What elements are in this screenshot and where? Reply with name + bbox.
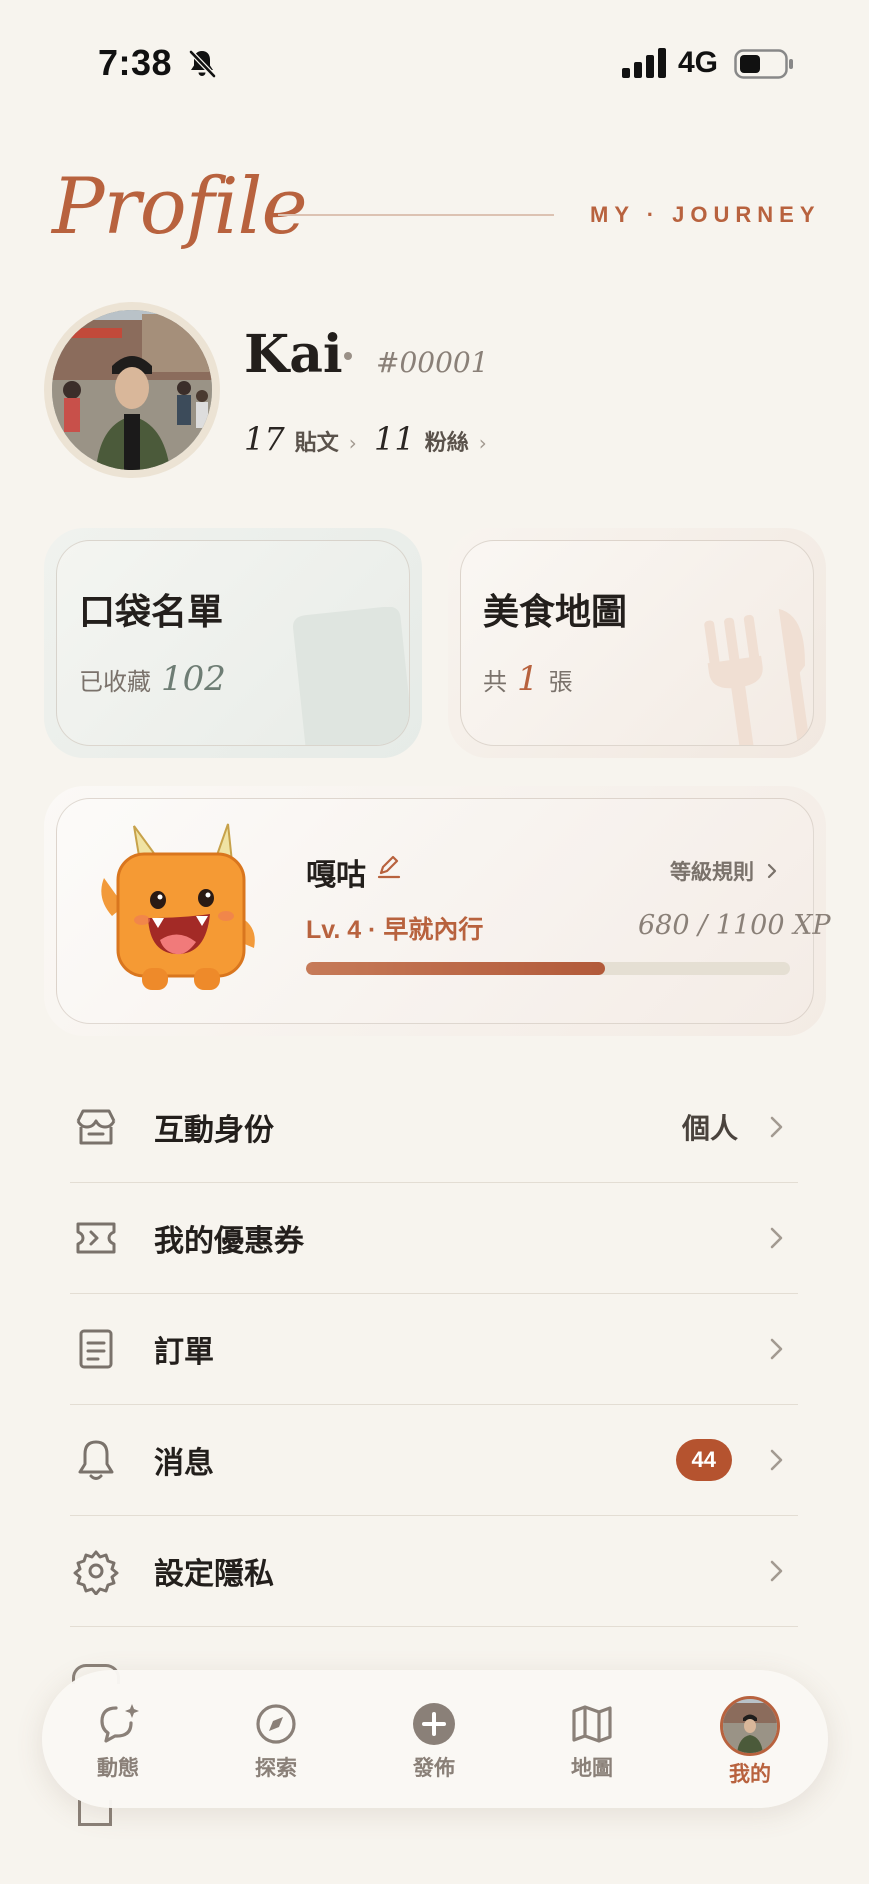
food-map-count: 1: [517, 659, 539, 699]
user-name: Kai: [244, 324, 343, 385]
menu-item-coupons[interactable]: 我的優惠券: [70, 1183, 798, 1294]
bell-muted-icon: [189, 50, 216, 78]
battery-icon: [734, 49, 793, 79]
level-rules-label: 等級規則: [670, 861, 754, 884]
fork-knife-watermark-icon: [704, 608, 811, 745]
separator-dot: [344, 352, 352, 360]
chevron-right-icon: [770, 1449, 783, 1471]
posts-label: 貼文: [294, 430, 339, 455]
tab-map[interactable]: 地圖: [532, 1700, 652, 1782]
status-time: 7:38: [98, 42, 173, 83]
pencil-edit-icon[interactable]: [376, 854, 402, 880]
pocket-list-prefix: 已收藏: [79, 669, 151, 696]
chevron-right-icon: [770, 1560, 783, 1582]
tab-profile[interactable]: 我的: [690, 1696, 810, 1788]
identity-value: 個人: [681, 1112, 738, 1145]
chevron-right-icon: [770, 1116, 783, 1138]
tab-label: 發佈: [413, 1757, 455, 1780]
tab-label: 動態: [97, 1757, 139, 1780]
chevron-right-icon: ›: [348, 431, 357, 455]
tab-label: 我的: [729, 1763, 771, 1786]
menu-item-settings[interactable]: 設定隱私: [70, 1516, 798, 1627]
gear-icon: [73, 1550, 119, 1595]
pocket-list-card[interactable]: 口袋名單 已收藏 102: [44, 528, 422, 758]
plus-circle-icon: [413, 1703, 455, 1745]
pocket-list-count: 102: [161, 659, 226, 699]
food-map-suffix: 張: [548, 669, 573, 696]
level-label: Lv. 4 · 早就內行: [306, 916, 484, 944]
pet-name: 嘎咕: [306, 858, 366, 893]
posts-stat[interactable]: 17 貼文 ›: [244, 420, 357, 458]
menu-item-label: 設定隱私: [154, 1557, 274, 1592]
level-rules-link[interactable]: 等級規則: [670, 856, 778, 886]
menu-item-messages[interactable]: 消息 44: [70, 1405, 798, 1516]
tab-label: 地圖: [571, 1757, 613, 1780]
tab-label: 探索: [255, 1757, 297, 1780]
bell-icon: [78, 1440, 114, 1480]
mascot-monster-image: [101, 823, 255, 990]
storefront-icon: [76, 1109, 116, 1145]
page-title: Profile: [52, 162, 308, 252]
followers-stat[interactable]: 11 粉絲 ›: [374, 420, 487, 458]
xp-progress-fill: [306, 962, 606, 975]
followers-count: 11: [374, 420, 415, 458]
food-map-card[interactable]: 美食地圖 共 1 張: [448, 528, 826, 758]
user-id: #00001: [376, 346, 489, 379]
menu-item-label: 我的優惠券: [154, 1224, 304, 1259]
avatar[interactable]: [52, 310, 212, 470]
ticket-icon: [76, 1222, 116, 1254]
bookmark-watermark-icon: [293, 607, 409, 745]
xp-text: 680 / 1100 XP: [638, 910, 831, 941]
tab-feed[interactable]: 動態: [58, 1700, 178, 1782]
menu-item-identity[interactable]: 互動身份 個人: [70, 1072, 798, 1183]
document-icon: [79, 1329, 113, 1369]
header-tagline: MY · JOURNEY: [590, 202, 821, 227]
menu-item-orders[interactable]: 訂單: [70, 1294, 798, 1405]
compass-icon: [256, 1704, 296, 1744]
header-divider: [278, 214, 554, 216]
network-type: 4G: [678, 46, 719, 79]
food-map-title: 美食地圖: [483, 591, 628, 633]
xp-progress-bar: [306, 962, 790, 975]
chevron-right-icon: [770, 1338, 783, 1360]
food-map-prefix: 共: [483, 669, 507, 696]
posts-count: 17: [244, 420, 285, 458]
avatar: [720, 1696, 780, 1756]
menu-item-label: 互動身份: [154, 1113, 274, 1148]
chevron-right-icon: [767, 863, 777, 879]
menu-item-label: 訂單: [154, 1335, 214, 1370]
followers-label: 粉絲: [424, 430, 469, 455]
chat-sparkle-icon: [100, 1704, 139, 1743]
map-icon: [572, 1705, 612, 1743]
notification-badge: 44: [675, 1439, 732, 1481]
pocket-list-title: 口袋名單: [79, 591, 224, 633]
menu-item-label: 消息: [154, 1446, 214, 1481]
chevron-right-icon: [770, 1227, 783, 1249]
chevron-right-icon: ›: [478, 431, 487, 455]
cellular-signal-icon: [622, 48, 666, 78]
tab-explore[interactable]: 探索: [216, 1700, 336, 1782]
tab-publish[interactable]: 發佈: [374, 1700, 494, 1782]
